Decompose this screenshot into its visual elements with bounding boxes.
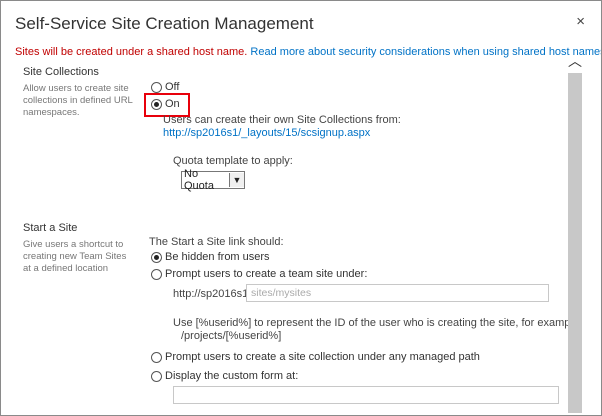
shared-host-notice: Sites will be created under a shared hos… <box>15 46 601 58</box>
site-collections-off-radio[interactable]: Off <box>151 81 179 93</box>
radio-label-custom-form: Display the custom form at: <box>165 370 299 382</box>
site-collections-info: Users can create their own Site Collecti… <box>163 114 401 126</box>
prompt-site-collection-radio[interactable]: Prompt users to create a site collection… <box>151 351 480 363</box>
radio-label-hidden: Be hidden from users <box>165 251 270 263</box>
security-considerations-link[interactable]: Read more about security considerations … <box>250 46 601 58</box>
start-a-site-heading: Start a Site <box>23 222 78 234</box>
hidden-from-users-radio[interactable]: Be hidden from users <box>151 251 270 263</box>
radio-button-icon[interactable] <box>151 351 162 363</box>
close-icon[interactable]: × <box>576 13 585 30</box>
vertical-scrollbar[interactable]: ︿ <box>567 49 583 413</box>
radio-label-team-site: Prompt users to create a team site under… <box>165 268 368 280</box>
radio-button-checked-icon[interactable] <box>151 251 162 263</box>
scrollbar-thumb[interactable] <box>568 73 582 413</box>
quota-template-value: No Quota <box>184 168 214 192</box>
notice-warning: Sites will be created under a shared hos… <box>15 46 248 58</box>
custom-form-url-input[interactable] <box>173 386 559 404</box>
start-a-site-prompt: The Start a Site link should: <box>149 236 284 248</box>
radio-button-icon[interactable] <box>151 81 162 93</box>
site-collections-heading: Site Collections <box>23 66 99 78</box>
dialog-title: Self-Service Site Creation Management <box>15 14 314 33</box>
radio-button-icon[interactable] <box>151 370 162 382</box>
site-collections-description: Allow users to create site collections i… <box>23 83 133 118</box>
custom-form-radio[interactable]: Display the custom form at: <box>151 370 298 382</box>
userid-help-line2: /projects/[%userid%] <box>181 330 282 342</box>
start-a-site-description: Give users a shortcut to creating new Te… <box>23 239 127 274</box>
chevron-up-icon[interactable]: ︿ <box>567 49 583 71</box>
radio-button-icon[interactable] <box>151 268 162 280</box>
team-site-path-input[interactable]: sites/mysites <box>246 284 549 302</box>
radio-label-site-collection: Prompt users to create a site collection… <box>165 351 480 363</box>
radio-label-off: Off <box>165 81 180 93</box>
userid-help-line1: Use [%userid%] to represent the ID of th… <box>173 317 583 329</box>
quota-template-select[interactable]: No Quota ▼ <box>181 168 245 192</box>
quota-template-label: Quota template to apply: <box>173 155 293 167</box>
prompt-team-site-radio[interactable]: Prompt users to create a team site under… <box>151 268 367 280</box>
url-prefix: http://sp2016s1/ <box>173 288 252 300</box>
dialog-window: Self-Service Site Creation Management × … <box>0 0 602 416</box>
chevron-down-icon[interactable]: ▼ <box>229 173 244 187</box>
scsignup-link[interactable]: http://sp2016s1/_layouts/15/scsignup.asp… <box>163 127 370 139</box>
